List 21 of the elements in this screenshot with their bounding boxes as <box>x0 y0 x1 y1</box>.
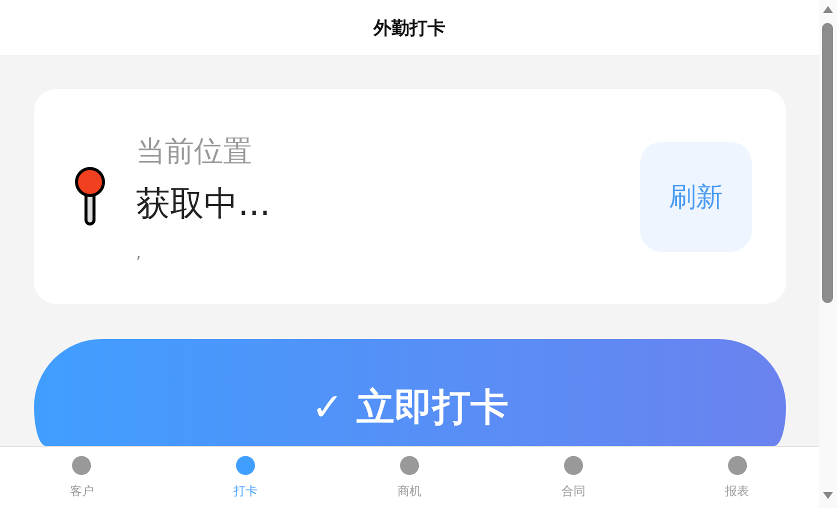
refresh-button[interactable]: 刷新 <box>640 142 752 252</box>
dot-icon <box>236 456 256 475</box>
tab-item[interactable]: 客户 <box>0 447 164 508</box>
coordinates-text: , <box>136 242 142 262</box>
dot-icon <box>728 456 747 475</box>
scrollbar[interactable] <box>819 0 837 508</box>
tab-item[interactable]: 打卡 <box>164 447 328 508</box>
dot-icon <box>400 456 419 475</box>
location-value: 获取中... <box>136 182 272 226</box>
pushpin-icon <box>74 166 106 228</box>
tab-item[interactable]: 商机 <box>328 447 492 508</box>
location-label: 当前位置 <box>136 132 253 170</box>
check-in-button[interactable]: ✓ 立即打卡 <box>34 339 786 446</box>
scroll-down-icon[interactable] <box>823 492 833 499</box>
dot-icon <box>564 456 583 475</box>
page-title: 外勤打卡 <box>374 16 446 40</box>
tab-item[interactable]: 报表 <box>655 447 819 508</box>
scrollbar-thumb[interactable] <box>822 23 833 303</box>
scroll-up-icon[interactable] <box>823 6 833 13</box>
tab-item[interactable]: 合同 <box>491 447 656 508</box>
dot-icon <box>72 456 92 475</box>
